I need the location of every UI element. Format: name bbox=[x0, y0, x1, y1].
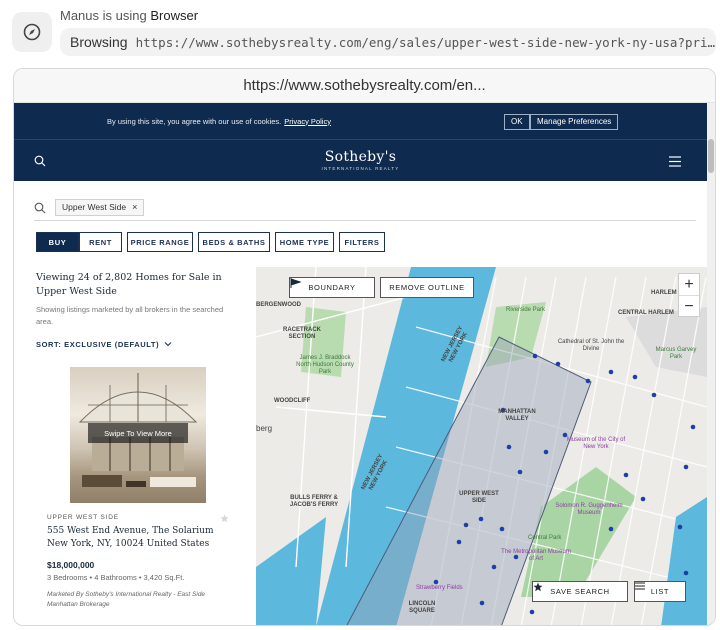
privacy-policy-link[interactable]: Privacy Policy bbox=[284, 117, 331, 126]
filter-bar: BUY RENT PRICE RANGE BEDS & BATHS HOME T… bbox=[36, 232, 390, 252]
map-label: BULLS FERRY & JACOB'S FERRY bbox=[289, 495, 339, 508]
map-label: James J. Braddock North Hudson County Pa… bbox=[296, 355, 354, 375]
map-label: WOODCLIFF bbox=[274, 398, 311, 404]
address-bar-url: https://www.sothebysrealty.com/en... bbox=[243, 77, 486, 94]
map-label: Marcus Garvey Park bbox=[655, 347, 697, 360]
cookie-text: By using this site, you agree with our u… bbox=[107, 116, 331, 126]
save-search-button[interactable]: SAVE SEARCH bbox=[532, 581, 628, 602]
map-canvas bbox=[256, 267, 707, 625]
cookie-ok-button[interactable]: OK bbox=[504, 114, 530, 130]
remove-outline-button[interactable]: REMOVE OUTLINE bbox=[380, 277, 474, 298]
map[interactable]: BOUNDARY REMOVE OUTLINE + − SAVE SEARCH … bbox=[256, 267, 707, 625]
map-label: Cathedral of St. John the Divine bbox=[557, 339, 625, 352]
list-view-button[interactable]: LIST bbox=[634, 581, 686, 602]
map-label: RACETRACK SECTION bbox=[283, 327, 321, 340]
map-label: Solomon R. Guggenheim Museum bbox=[555, 503, 623, 516]
map-label: Riverside Park bbox=[506, 307, 546, 313]
zoom-out-button[interactable]: − bbox=[679, 296, 699, 318]
search-icon bbox=[34, 201, 46, 219]
agent-tool: Browser bbox=[150, 8, 199, 23]
listing-specs: 3 Bedrooms • 4 Bathrooms • 3,420 Sq.Ft. bbox=[47, 573, 185, 582]
remove-chip-icon[interactable]: × bbox=[132, 202, 137, 212]
map-label: The Metropolitan Museum of Art bbox=[501, 549, 571, 562]
page-scrollbar[interactable] bbox=[707, 103, 715, 625]
webpage: By using this site, you agree with our u… bbox=[14, 103, 715, 625]
list-icon bbox=[635, 582, 645, 590]
location-chip: Upper West Side × bbox=[55, 199, 145, 216]
flag-icon bbox=[290, 278, 301, 288]
chevron-down-icon bbox=[164, 342, 172, 347]
results-subtitle: Showing listings marketed by all brokers… bbox=[36, 305, 224, 326]
filters-button[interactable]: FILTERS bbox=[339, 232, 385, 252]
swipe-hint: Swipe To View More bbox=[88, 423, 188, 443]
map-label: Strawberry Fields bbox=[416, 585, 463, 591]
buy-toggle[interactable]: BUY bbox=[36, 232, 79, 252]
sort-dropdown[interactable]: SORT: EXCLUSIVE (DEFAULT) bbox=[36, 340, 172, 349]
brand-logo[interactable]: Sotheby's INTERNATIONAL REALTY bbox=[14, 149, 707, 171]
map-label: CENTRAL HARLEM bbox=[618, 310, 674, 316]
action-verb: Browsing bbox=[70, 34, 128, 50]
boundary-button[interactable]: BOUNDARY bbox=[289, 277, 375, 298]
listing-area: UPPER WEST SIDE bbox=[47, 514, 119, 521]
map-label: MANHATTAN VALLEY bbox=[498, 409, 536, 422]
zoom-controls: + − bbox=[678, 273, 700, 317]
map-label: LINCOLN SQUARE bbox=[408, 601, 436, 614]
results-title: Viewing 24 of 2,802 Homes for Sale in Up… bbox=[36, 272, 222, 297]
listing-brokerage: Marketed By Sotheby's International Real… bbox=[47, 591, 206, 608]
location-search[interactable]: Upper West Side × bbox=[34, 197, 696, 221]
map-label: Central Park bbox=[528, 535, 562, 541]
cookie-banner: By using this site, you agree with our u… bbox=[14, 103, 707, 139]
listing-photo[interactable]: Swipe To View More bbox=[70, 367, 206, 503]
map-label: HARLEM bbox=[651, 290, 677, 296]
star-icon bbox=[533, 582, 543, 592]
map-label: BERGENWOOD bbox=[256, 302, 301, 308]
browser-window: https://www.sothebysrealty.com/en... By … bbox=[13, 68, 716, 626]
price-range-button[interactable]: PRICE RANGE bbox=[127, 232, 193, 252]
menu-icon[interactable] bbox=[669, 154, 681, 172]
beds-baths-button[interactable]: BEDS & BATHS bbox=[198, 232, 270, 252]
site-header: Sotheby's INTERNATIONAL REALTY bbox=[14, 139, 707, 181]
listing-address[interactable]: 555 West End Avenue, The Solarium New Yo… bbox=[47, 525, 237, 551]
compass-icon bbox=[12, 12, 52, 52]
rent-toggle[interactable]: RENT bbox=[79, 232, 122, 252]
manage-preferences-button[interactable]: Manage Preferences bbox=[530, 114, 619, 130]
agent-action: Browsing https://www.sothebysrealty.com/… bbox=[60, 28, 716, 56]
zoom-in-button[interactable]: + bbox=[679, 274, 699, 296]
map-label: berg bbox=[256, 424, 273, 433]
listing-price: $18,000,000 bbox=[47, 560, 95, 570]
agent-status: Manus is using Browser bbox=[60, 8, 199, 23]
map-label: Museum of the City of New York bbox=[566, 437, 626, 450]
action-url: https://www.sothebysrealty.com/eng/sales… bbox=[135, 34, 716, 50]
address-bar[interactable]: https://www.sothebysrealty.com/en... bbox=[14, 69, 715, 103]
map-label: UPPER WEST SIDE bbox=[459, 491, 499, 504]
scrollbar-thumb[interactable] bbox=[708, 139, 714, 173]
agent-header: Manus is using Browser Browsing https://… bbox=[0, 0, 720, 66]
home-type-button[interactable]: HOME TYPE bbox=[275, 232, 334, 252]
